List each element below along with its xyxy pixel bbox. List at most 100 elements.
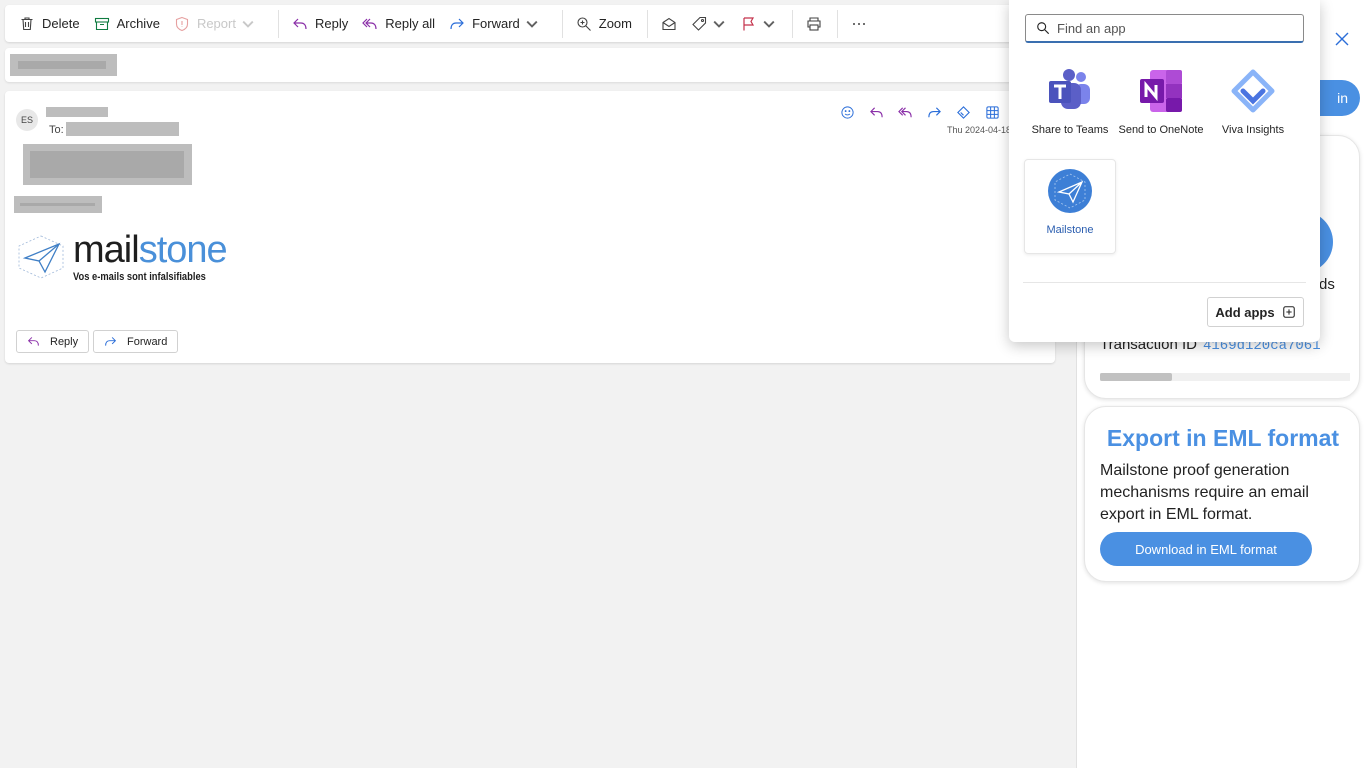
- flag-button[interactable]: [735, 9, 783, 39]
- reply-card-label: Reply: [50, 335, 79, 348]
- app-label: Share to Teams: [1031, 124, 1109, 136]
- redacted-body-line: [14, 196, 102, 213]
- reply-label: Reply: [314, 16, 349, 31]
- app-share-to-teams[interactable]: Share to Teams: [1024, 68, 1116, 137]
- teams-icon: [1049, 69, 1090, 109]
- export-description: Mailstone proof generation mechanisms re…: [1100, 462, 1309, 523]
- message-actions: [838, 103, 1001, 121]
- trash-icon: [21, 16, 33, 30]
- app-viva-insights[interactable]: Viva Insights: [1207, 68, 1299, 137]
- app-mailstone[interactable]: Mailstone: [1024, 159, 1116, 254]
- toolbar-divider: [561, 9, 563, 38]
- redacted-body-block: [23, 144, 192, 185]
- flag-icon: [743, 16, 755, 30]
- logo-tagline: Vos e-mails sont infalsifiables: [73, 271, 206, 283]
- more-horizontal-icon: [853, 22, 865, 25]
- msg-reply-all-button[interactable]: [896, 103, 914, 121]
- reply-icon: [27, 337, 39, 346]
- chevron-down-icon: [713, 20, 725, 28]
- delete-label: Delete: [42, 16, 80, 31]
- close-icon[interactable]: [1334, 31, 1350, 47]
- forward-card-button[interactable]: Forward: [93, 330, 179, 353]
- export-eml-card: Export in EML format Mailstone proof gen…: [1084, 406, 1360, 582]
- report-label: Report: [196, 16, 236, 31]
- apps-grid-icon: [985, 105, 999, 119]
- app-send-to-onenote[interactable]: Send to OneNote: [1115, 68, 1207, 137]
- report-button[interactable]: Report: [168, 9, 269, 39]
- paper-plane-logo-icon: [18, 235, 64, 279]
- reply-button[interactable]: Reply: [286, 9, 354, 39]
- toolbar-divider: [837, 9, 838, 38]
- add-apps-button[interactable]: Add apps: [1207, 297, 1304, 327]
- print-button[interactable]: [800, 9, 828, 39]
- subject-bar: [5, 48, 1055, 82]
- reply-all-icon: [362, 18, 377, 29]
- logo-wordmark: mailstone: [73, 231, 229, 269]
- reply-all-label: Reply all: [385, 16, 436, 31]
- mark-read-button[interactable]: [655, 9, 683, 39]
- add-apps-label: Add apps: [1215, 304, 1275, 320]
- export-title: Export in EML format: [1106, 425, 1340, 451]
- reply-all-button[interactable]: Reply all: [356, 9, 441, 39]
- redacted-subject: [10, 54, 117, 76]
- viva-insights-icon: [956, 105, 970, 119]
- envelope-open-icon: [662, 17, 676, 30]
- reply-all-icon: [897, 106, 912, 117]
- signin-label: in: [1337, 90, 1348, 106]
- find-app-input[interactable]: [1057, 20, 1287, 36]
- to-label: To:: [49, 124, 64, 136]
- msg-forward-button[interactable]: [925, 103, 943, 121]
- reply-icon: [293, 18, 307, 29]
- forward-label: Forward: [472, 16, 520, 31]
- app-label: Viva Insights: [1221, 124, 1285, 136]
- categorize-button[interactable]: [685, 9, 733, 39]
- archive-button[interactable]: Archive: [88, 9, 166, 39]
- zoom-label: Zoom: [598, 16, 632, 31]
- more-actions-button[interactable]: [845, 9, 873, 39]
- emoji-icon: [840, 105, 854, 119]
- logo-stone: stone: [138, 229, 228, 271]
- msg-reply-button[interactable]: [867, 103, 885, 121]
- tag-icon: [692, 16, 707, 31]
- react-button[interactable]: [838, 103, 856, 121]
- archive-label: Archive: [116, 16, 160, 31]
- forward-icon: [450, 18, 464, 29]
- archive-icon: [94, 17, 109, 30]
- forward-icon: [927, 106, 941, 117]
- horizontal-scrollbar[interactable]: [1100, 373, 1350, 381]
- forward-button[interactable]: Forward: [443, 9, 553, 39]
- scrollbar-thumb[interactable]: [1100, 373, 1172, 381]
- printer-icon: [807, 16, 821, 31]
- shield-icon: [175, 16, 188, 31]
- apps-flyout: Share to Teams Send to OneNote Viva Insi…: [1009, 0, 1320, 342]
- onenote-icon: [1140, 70, 1182, 112]
- zoom-button[interactable]: Zoom: [570, 9, 638, 39]
- app-label: Mailstone: [1046, 224, 1094, 236]
- flyout-divider: [1023, 282, 1306, 283]
- toolbar-divider: [792, 9, 793, 38]
- toolbar-divider: [277, 9, 279, 38]
- viva-insights-icon: [1231, 69, 1275, 113]
- find-app-box[interactable]: [1025, 14, 1304, 43]
- message-date: Thu 2024-04-18: [947, 125, 1012, 135]
- message-card: ES To: Thu 2024-04-18 mailstone Vos e-ma…: [5, 91, 1055, 363]
- mailstone-logo: mailstone Vos e-mails sont infalsifiable…: [15, 231, 229, 283]
- chevron-down-icon: [242, 20, 254, 28]
- redacted-recipient[interactable]: [66, 122, 179, 136]
- reply-icon: [869, 106, 883, 117]
- download-eml-button[interactable]: Download in EML format: [1100, 532, 1312, 566]
- viva-insights-button[interactable]: [954, 103, 972, 121]
- app-label: Send to OneNote: [1118, 124, 1204, 136]
- chevron-down-icon: [763, 20, 775, 28]
- forward-card-label: Forward: [127, 335, 168, 348]
- avatar[interactable]: ES: [16, 109, 38, 131]
- apps-button[interactable]: [983, 103, 1001, 121]
- logo-mail: mail: [73, 229, 140, 271]
- add-square-icon: [1282, 306, 1295, 318]
- delete-button[interactable]: Delete: [13, 9, 86, 39]
- toolbar-divider: [647, 9, 648, 38]
- redacted-sender-name[interactable]: [46, 107, 108, 117]
- reply-card-button[interactable]: Reply: [16, 330, 90, 353]
- zoom-icon: [577, 16, 591, 31]
- chevron-down-icon: [526, 20, 538, 28]
